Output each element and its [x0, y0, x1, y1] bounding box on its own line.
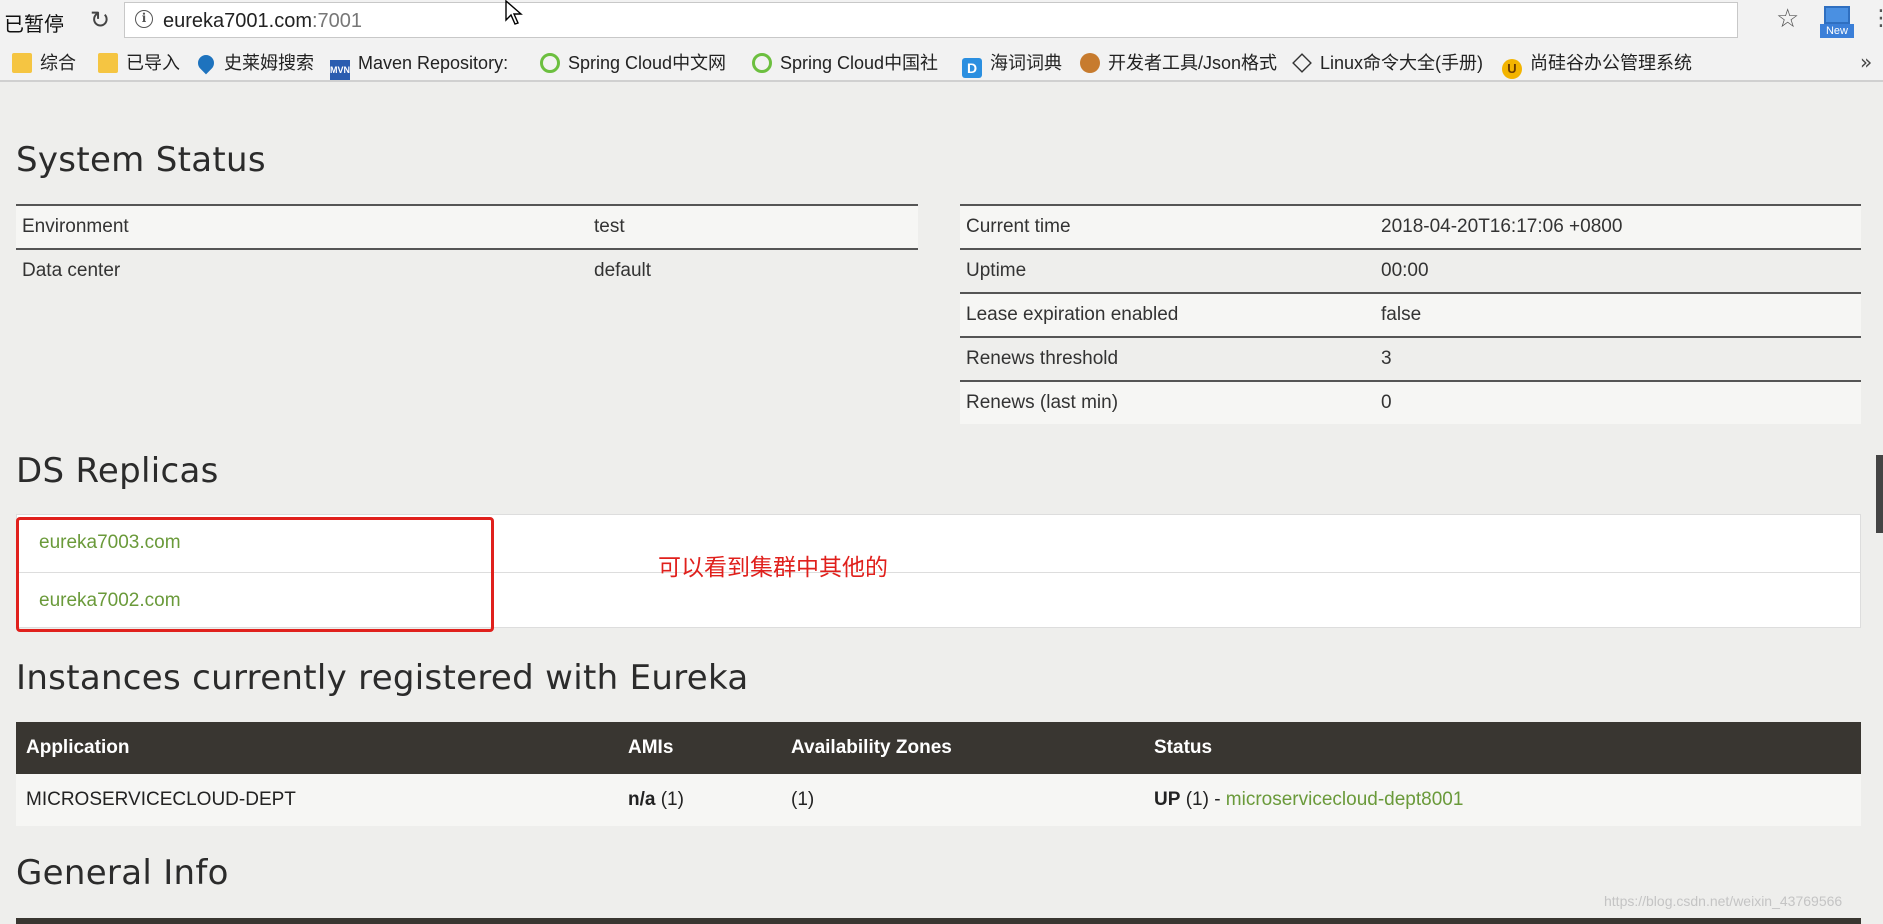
general-info-title: General Info — [16, 853, 229, 893]
instance-link[interactable]: microservicecloud-dept8001 — [1226, 789, 1464, 810]
dict-icon: D — [962, 58, 982, 78]
url-text[interactable]: eureka7001.com:7001 — [163, 10, 362, 33]
status-value: 2018-04-20T16:17:06 +0800 — [1375, 204, 1861, 249]
status-value: false — [1375, 292, 1861, 337]
monkey-icon — [1080, 53, 1100, 73]
bookmark-label: Maven Repository: — [358, 53, 509, 73]
bookmark-item[interactable]: 已导入 — [98, 52, 180, 74]
table-row: Environment test — [16, 204, 918, 249]
bookmarks-more-icon[interactable]: » — [1860, 50, 1872, 74]
spring-cloud-icon — [540, 53, 560, 73]
status-key: Current time — [960, 204, 1375, 249]
info-icon[interactable]: i — [135, 10, 153, 28]
table-row: Data center default — [16, 248, 918, 292]
bookmark-label: 尚硅谷办公管理系统 — [1530, 53, 1692, 73]
bookmark-label: 开发者工具/Json格式 — [1108, 53, 1278, 73]
screen-icon — [1824, 6, 1850, 24]
browser-toolbar: 已暂停 ↻ i eureka7001.com:7001 ☆ New ⋮ — [0, 0, 1883, 42]
annotation-note: 可以看到集群中其他的 — [658, 555, 888, 581]
menu-icon[interactable]: ⋮ — [1870, 6, 1883, 31]
maven-icon: MVN — [330, 60, 350, 80]
search-drop-icon — [194, 51, 218, 75]
reload-icon[interactable]: ↻ — [86, 6, 114, 34]
status-value: 00:00 — [1375, 248, 1861, 293]
url-host: eureka7001.com — [163, 10, 312, 32]
table-row: MICROSERVICECLOUD-DEPT n/a (1) (1) UP (1… — [16, 774, 1861, 826]
instances-title: Instances currently registered with Eure… — [16, 658, 749, 698]
status-up: UP — [1154, 789, 1181, 810]
ds-replicas-title: DS Replicas — [16, 451, 219, 491]
instances-table: Application AMIs Availability Zones Stat… — [16, 722, 1861, 826]
mouse-cursor-icon — [505, 0, 523, 25]
column-header: Application — [16, 722, 618, 774]
table-row: Renews (last min) 0 — [960, 380, 1861, 424]
bookmark-label: Linux命令大全(手册) — [1320, 53, 1484, 73]
amis-count: (1) — [660, 789, 684, 810]
folder-icon — [98, 53, 118, 73]
table-header-row: Application AMIs Availability Zones Stat… — [16, 722, 1861, 774]
application-name: MICROSERVICECLOUD-DEPT — [16, 774, 618, 826]
bookmark-star-icon[interactable]: ☆ — [1776, 4, 1799, 34]
url-port: :7001 — [311, 10, 363, 32]
table-row: Renews threshold 3 — [960, 336, 1861, 381]
bookmark-label: 史莱姆搜索 — [224, 53, 314, 73]
status-key: Renews threshold — [960, 336, 1375, 381]
extension-new-icon[interactable]: New — [1820, 4, 1854, 38]
extension-new-label: New — [1820, 24, 1854, 38]
general-info-table-header — [16, 918, 1861, 924]
system-status-title: System Status — [16, 140, 266, 180]
status-key: Lease expiration enabled — [960, 292, 1375, 337]
status-key: Uptime — [960, 248, 1375, 293]
bookmark-item[interactable]: Spring Cloud中国社 — [752, 52, 938, 74]
atguigu-icon: U — [1502, 59, 1522, 79]
status-count: (1) - — [1185, 789, 1221, 810]
amis-value: n/a — [628, 789, 656, 810]
status-value: 3 — [1375, 336, 1861, 381]
bookmark-label: Spring Cloud中文网 — [568, 53, 727, 73]
column-header: Status — [1144, 722, 1861, 774]
bookmark-item[interactable]: MVN Maven Repository: — [330, 52, 509, 80]
bookmark-label: Spring Cloud中国社 — [780, 53, 939, 73]
status-cell: UP (1) - microservicecloud-dept8001 — [1144, 774, 1861, 826]
table-row: Current time 2018-04-20T16:17:06 +0800 — [960, 204, 1861, 249]
bookmark-item[interactable]: Spring Cloud中文网 — [540, 52, 726, 74]
column-header: AMIs — [618, 722, 781, 774]
folder-icon — [12, 53, 32, 73]
amis-cell: n/a (1) — [618, 774, 781, 826]
status-value: test — [588, 204, 918, 249]
scrollbar-thumb[interactable] — [1876, 455, 1883, 533]
bookmark-item[interactable]: 开发者工具/Json格式 — [1080, 52, 1277, 74]
annotation-highlight-box — [16, 517, 494, 632]
bookmarks-bar: 综合 已导入 史莱姆搜索 MVN Maven Repository: Spring… — [0, 42, 1883, 82]
status-key: Environment — [16, 204, 588, 249]
status-value: 0 — [1375, 380, 1861, 424]
spring-cloud-icon — [752, 53, 772, 73]
address-bar[interactable]: i eureka7001.com:7001 — [124, 2, 1738, 38]
bookmark-item[interactable]: D 海词词典 — [962, 52, 1062, 78]
table-row: Uptime 00:00 — [960, 248, 1861, 293]
bookmark-label: 已导入 — [126, 53, 180, 73]
watermark: https://blog.csdn.net/weixin_43769566 — [1604, 893, 1843, 909]
bookmark-item[interactable]: 综合 — [12, 52, 76, 74]
status-value: default — [588, 248, 918, 292]
system-status-left-table: Environment test Data center default — [16, 204, 918, 292]
table-row: Lease expiration enabled false — [960, 292, 1861, 337]
bookmark-item[interactable]: Linux命令大全(手册) — [1292, 52, 1483, 74]
status-key: Data center — [16, 248, 588, 292]
paused-indicator: 已暂停 — [4, 12, 64, 36]
bookmark-item[interactable]: 史莱姆搜索 — [194, 51, 314, 75]
status-key: Renews (last min) — [960, 380, 1375, 424]
linux-icon — [1292, 53, 1312, 73]
bookmark-label: 海词词典 — [990, 53, 1062, 73]
zones-cell: (1) — [781, 774, 1144, 826]
column-header: Availability Zones — [781, 722, 1144, 774]
system-status-right-table: Current time 2018-04-20T16:17:06 +0800 U… — [960, 204, 1861, 424]
bookmark-item[interactable]: U 尚硅谷办公管理系统 — [1502, 52, 1692, 79]
bookmark-label: 综合 — [40, 53, 76, 73]
